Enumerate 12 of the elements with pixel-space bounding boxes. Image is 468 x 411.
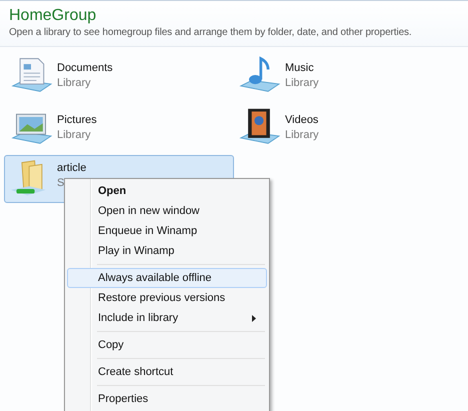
library-name: Videos xyxy=(285,114,319,126)
library-name: Pictures xyxy=(57,114,97,126)
page-title: HomeGroup xyxy=(9,7,98,25)
library-name: Documents xyxy=(57,62,113,74)
library-type: Library xyxy=(57,128,92,140)
library-name: article xyxy=(57,162,86,174)
library-name: Music xyxy=(285,62,315,74)
library-type: Library xyxy=(285,128,319,140)
library-type: Library xyxy=(285,76,319,88)
library-type: S xyxy=(57,177,66,189)
library-type: Library xyxy=(57,76,92,88)
page-description: Open a library to see homegroup files and arrange them by folder, date, and other properties. xyxy=(9,27,413,38)
